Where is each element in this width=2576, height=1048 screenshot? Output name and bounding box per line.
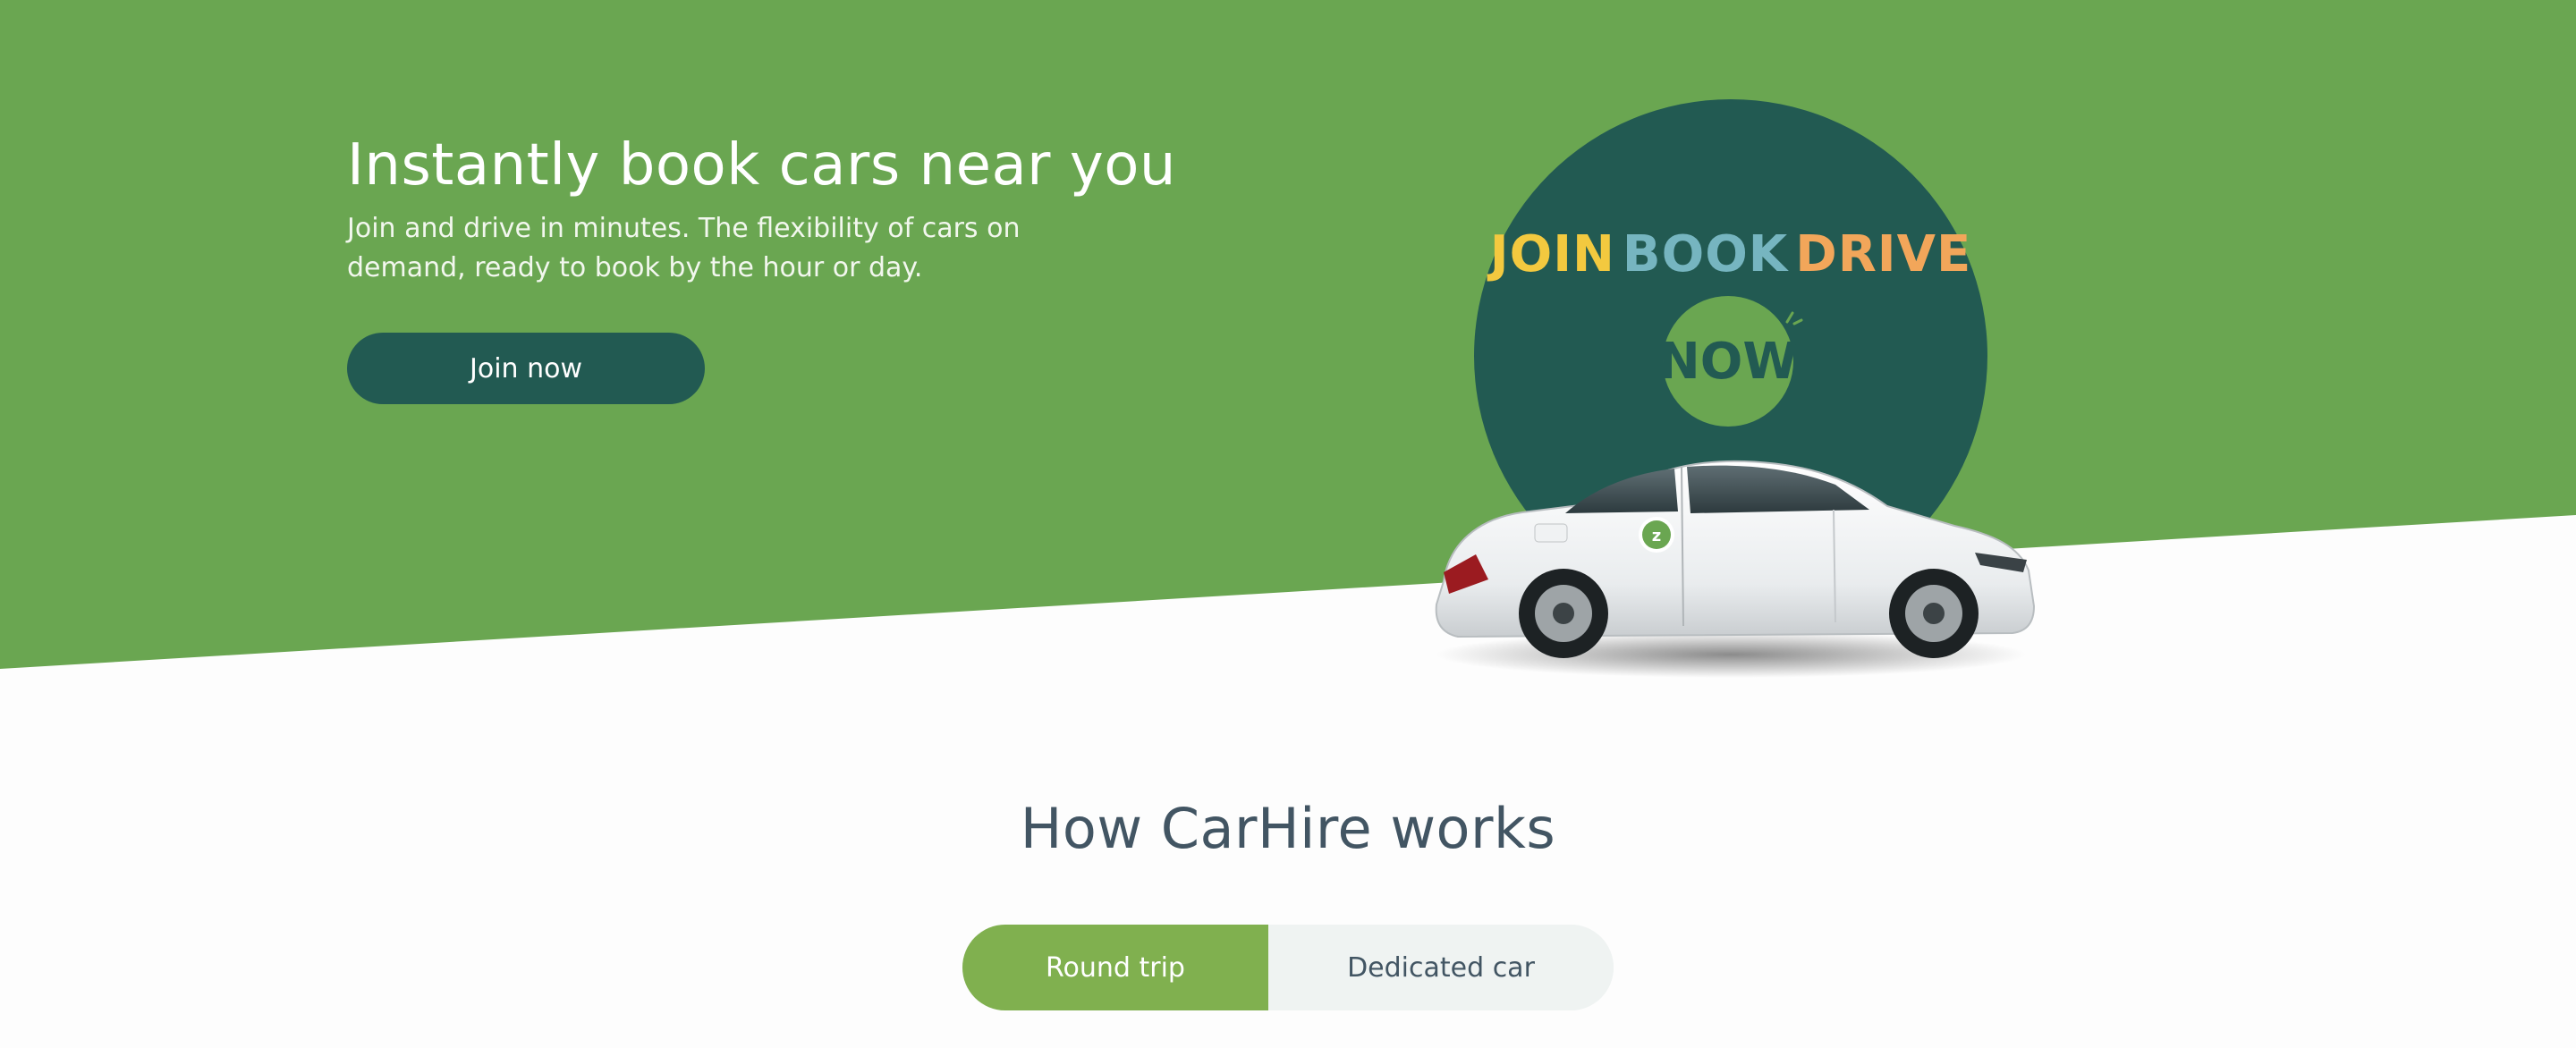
now-badge: NOW [1658,296,1798,427]
hero-subtitle: Join and drive in minutes. The flexibili… [347,213,1021,283]
car-image: z [1435,460,2036,678]
svg-text:z: z [1652,527,1661,545]
promo-word-book: BOOK [1622,225,1789,283]
promo-word-drive: DRIVE [1795,225,1972,283]
spark-icon [1785,311,1803,325]
how-it-works-title: How CarHire works [1020,796,1556,861]
join-now-button[interactable]: Join now [347,333,705,404]
promo-slogan: JOIN BOOK DRIVE [1474,225,1987,283]
promo-word-join: JOIN [1489,225,1615,283]
trip-type-toggle: Round trip Dedicated car [962,925,1614,1010]
tab-dedicated-car[interactable]: Dedicated car [1268,925,1614,1010]
hero-title: Instantly book cars near you [347,132,1176,199]
tab-round-trip[interactable]: Round trip [962,925,1268,1010]
